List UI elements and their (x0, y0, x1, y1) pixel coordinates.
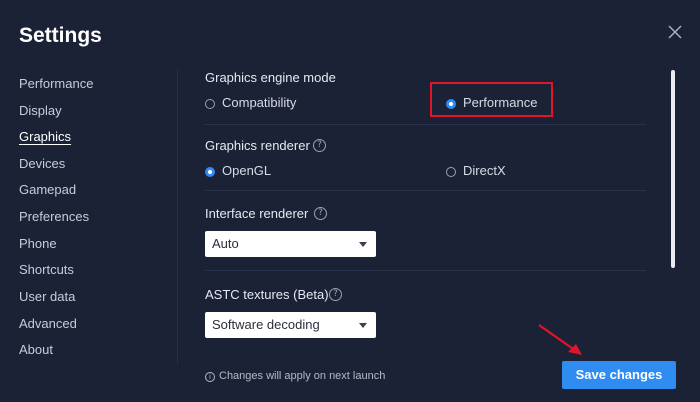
sidebar-item-phone[interactable]: Phone (19, 236, 57, 251)
radio-opengl[interactable]: OpenGL (205, 163, 271, 178)
save-changes-button[interactable]: Save changes (562, 361, 676, 389)
sidebar-item-user-data[interactable]: User data (19, 289, 75, 304)
graphics-renderer-label: Graphics renderer (205, 138, 310, 153)
info-icon: i (205, 372, 215, 382)
astc-textures-value: Software decoding (212, 317, 320, 332)
footer-note-text: Changes will apply on next launch (219, 370, 386, 382)
radio-checked-icon[interactable] (205, 167, 215, 177)
section-divider (205, 190, 646, 191)
radio-directx[interactable]: DirectX (446, 163, 506, 178)
sidebar-item-preferences[interactable]: Preferences (19, 209, 89, 224)
interface-renderer-label: Interface renderer (205, 206, 309, 221)
radio-compatibility-label: Compatibility (222, 95, 297, 110)
interface-renderer-value: Auto (212, 236, 239, 251)
red-arrow-icon (538, 324, 582, 355)
sidebar-divider (177, 70, 178, 365)
sidebar-item-graphics[interactable]: Graphics (19, 129, 71, 144)
radio-opengl-label: OpenGL (222, 163, 272, 178)
radio-unchecked-icon[interactable] (446, 167, 456, 177)
section-divider (205, 270, 646, 271)
sidebar-item-advanced[interactable]: Advanced (19, 316, 77, 331)
astc-textures-select[interactable]: Software decoding (205, 312, 376, 338)
interface-renderer-select[interactable]: Auto (205, 231, 376, 257)
section-divider (205, 124, 646, 125)
footer-note: i Changes will apply on next launch (205, 370, 385, 382)
graphics-engine-label: Graphics engine mode (205, 70, 336, 85)
caret-down-icon (359, 323, 367, 328)
sidebar-item-devices[interactable]: Devices (19, 156, 65, 171)
help-icon[interactable]: ? (314, 207, 327, 220)
radio-unchecked-icon[interactable] (205, 99, 215, 109)
sidebar-item-gamepad[interactable]: Gamepad (19, 182, 76, 197)
radio-directx-label: DirectX (463, 163, 506, 178)
sidebar-item-performance[interactable]: Performance (19, 76, 93, 91)
sidebar-item-display[interactable]: Display (19, 103, 62, 118)
astc-textures-label: ASTC textures (Beta) (205, 287, 329, 302)
help-icon[interactable]: ? (313, 139, 326, 152)
close-icon[interactable] (668, 25, 682, 39)
scrollbar[interactable] (671, 70, 675, 268)
sidebar-item-about[interactable]: About (19, 342, 53, 357)
caret-down-icon (359, 242, 367, 247)
highlight-annotation-box (430, 82, 553, 117)
page-title: Settings (19, 24, 102, 47)
radio-compatibility[interactable]: Compatibility (205, 95, 296, 110)
sidebar-item-shortcuts[interactable]: Shortcuts (19, 262, 74, 277)
help-icon[interactable]: ? (329, 288, 342, 301)
